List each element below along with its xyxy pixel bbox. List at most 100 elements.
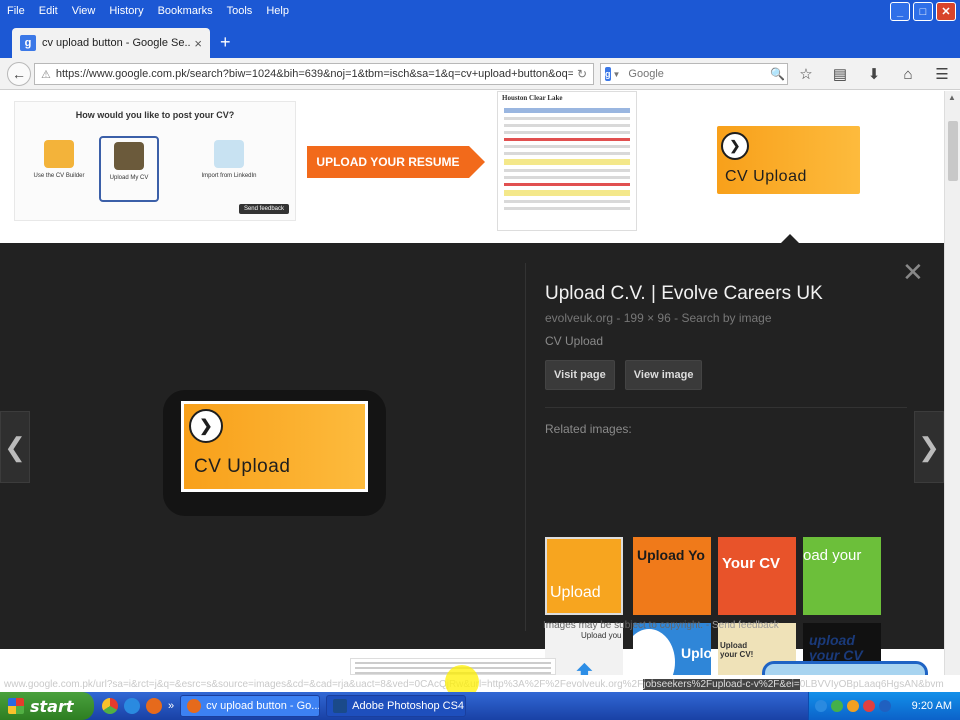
photoshop-icon [333, 699, 348, 713]
menu-bar: File Edit View History Bookmarks Tools H… [0, 0, 960, 22]
start-button[interactable]: start [0, 692, 94, 720]
send-feedback-link[interactable]: Send feedback [712, 620, 779, 631]
related-image-text: Your CV [722, 555, 781, 572]
related-image-text: Upload your CV! [720, 641, 754, 659]
related-image[interactable]: Your CV [718, 537, 796, 615]
url-text[interactable]: https://www.google.com.pk/search?biw=102… [56, 68, 573, 80]
related-image-text: oad your [803, 547, 862, 564]
menu-help[interactable]: Help [259, 1, 296, 21]
tray-icon-update[interactable] [847, 700, 859, 712]
menu-tools[interactable]: Tools [220, 1, 260, 21]
thumbnail-send-button: Send feedback [238, 204, 289, 214]
related-image-text: Upload Yo [637, 547, 705, 563]
related-image[interactable]: Upload [545, 537, 623, 615]
minimize-button[interactable]: _ [890, 2, 910, 21]
result-thumbnail-form[interactable]: Houston Clear Lake [497, 91, 637, 231]
menu-file[interactable]: File [0, 1, 32, 21]
new-tab-button[interactable]: + [220, 32, 231, 52]
image-results-row: How would you like to post your CV? Use … [0, 91, 944, 243]
tab-google-search[interactable]: g cv upload button - Google Se... × [12, 28, 210, 58]
page-scrollbar[interactable]: ▲ [944, 91, 960, 675]
task-photoshop[interactable]: Adobe Photoshop CS4 [326, 695, 467, 717]
home-icon[interactable]: ⌂ [898, 64, 918, 84]
result-thumbnail-upload-resume[interactable]: UPLOAD YOUR RESUME [307, 146, 485, 178]
maximize-button[interactable]: □ [913, 2, 933, 21]
bookmark-star-icon[interactable]: ☆ [796, 64, 816, 84]
tab-bar: g cv upload button - Google Se... × + [0, 22, 960, 58]
google-favicon-icon: g [20, 35, 36, 51]
menu-view[interactable]: View [65, 1, 103, 21]
google-engine-icon[interactable]: g [605, 67, 611, 81]
engine-dropdown-icon[interactable]: ▼ [613, 70, 621, 79]
tray-icon-alert[interactable] [863, 700, 875, 712]
related-image-text: Upload you [581, 631, 622, 640]
thumbnail-question: How would you like to post your CV? [75, 110, 235, 120]
scroll-up-icon[interactable]: ▲ [948, 93, 956, 102]
search-by-image-link[interactable]: Search by image [681, 311, 771, 325]
back-arrow-icon: ← [12, 66, 26, 82]
tray-icon-volume[interactable] [879, 700, 891, 712]
option-cv-builder: Use the CV Builder [29, 140, 89, 179]
firefox-icon[interactable] [146, 698, 162, 714]
result-thumbnail-below-right[interactable] [762, 661, 928, 675]
scroll-thumb[interactable] [948, 121, 958, 181]
tab-title: cv upload button - Google Se... [42, 37, 191, 49]
search-input[interactable] [628, 68, 771, 80]
image-title[interactable]: Upload C.V. | Evolve Careers UK [545, 283, 915, 305]
arrow-tip [469, 146, 485, 178]
close-window-button[interactable]: ✕ [936, 2, 956, 21]
tray-icon-status[interactable] [831, 700, 843, 712]
address-bar[interactable]: ⚠ https://www.google.com.pk/search?biw=1… [34, 63, 594, 85]
upload-arrow-icon: ⬆ [571, 657, 598, 675]
image-site[interactable]: evolveuk.org [545, 311, 613, 325]
upload-resume-label: UPLOAD YOUR RESUME [307, 146, 469, 178]
play-arrow-icon: ❯ [189, 409, 223, 443]
related-image[interactable]: Upload Yo [633, 537, 711, 615]
menu-hamburger-icon[interactable]: ☰ [932, 64, 952, 84]
menu-history[interactable]: History [102, 1, 150, 21]
related-image-text: Upload [550, 584, 601, 601]
taskbar-clock: 9:20 AM [911, 700, 952, 712]
toolbar-icons: ☆ ▤ ⬇ ⌂ ☰ [796, 64, 952, 84]
tray-icon-network[interactable] [815, 700, 827, 712]
chevron-right-icon: ❯ [918, 431, 940, 462]
back-button[interactable]: ← [7, 62, 31, 86]
related-images-label: Related images: [545, 422, 632, 436]
task-firefox[interactable]: cv upload button - Go... [180, 695, 321, 717]
related-image-text: Uplo [681, 645, 711, 661]
previous-image-button[interactable]: ❮ [0, 411, 30, 483]
downloads-icon[interactable]: ⬇ [864, 64, 884, 84]
menu-bookmarks[interactable]: Bookmarks [151, 1, 220, 21]
quick-launch-more-icon[interactable]: » [168, 700, 174, 712]
image-description: CV Upload [545, 334, 604, 348]
tab-close-icon[interactable]: × [194, 36, 202, 51]
related-image[interactable]: oad your [803, 537, 881, 615]
paperclip-icon [633, 629, 675, 675]
navigation-bar: ← ⚠ https://www.google.com.pk/search?biw… [0, 58, 960, 90]
reload-icon[interactable]: ↻ [577, 67, 587, 81]
result-thumbnail-post-cv[interactable]: How would you like to post your CV? Use … [14, 101, 296, 221]
bookmarks-list-icon[interactable]: ▤ [830, 64, 850, 84]
preview-image[interactable]: ❯ CV Upload [181, 401, 368, 492]
preview-label: CV Upload [194, 456, 291, 477]
image-dimensions: 199 × 96 [623, 311, 671, 325]
chrome-icon[interactable] [102, 698, 118, 714]
visit-page-button[interactable]: Visit page [545, 360, 615, 390]
option-linkedin: Import from LinkedIn [199, 140, 259, 179]
close-panel-icon[interactable]: ✕ [902, 259, 924, 285]
site-info-icon[interactable]: ⚠ [41, 68, 51, 81]
selection-pointer [781, 234, 799, 243]
search-bar[interactable]: g ▼ 🔍 [600, 63, 788, 85]
panel-footer: Images may be subject to copyright. - Se… [543, 620, 779, 631]
option-upload-cv: Upload My CV [99, 136, 159, 202]
image-preview-panel: ✕ ❮ ❯ ❯ CV Upload Upload C.V. | Evolve C… [0, 243, 944, 675]
window-controls: _ □ ✕ [890, 2, 956, 21]
search-icon[interactable]: 🔍 [770, 67, 785, 81]
next-image-button[interactable]: ❯ [914, 411, 944, 483]
menu-edit[interactable]: Edit [32, 1, 65, 21]
internet-explorer-icon[interactable] [124, 698, 140, 714]
action-buttons: Visit page View image [545, 360, 915, 390]
firefox-task-icon [187, 699, 202, 713]
result-thumbnail-cv-upload[interactable]: ❯ CV Upload [717, 126, 860, 194]
view-image-button[interactable]: View image [624, 360, 703, 390]
